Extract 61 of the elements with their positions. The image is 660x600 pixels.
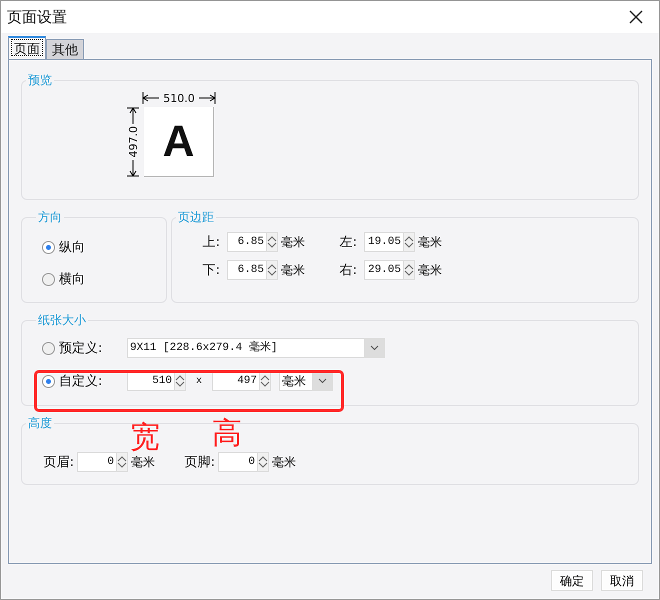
annotation-text: 高 [212, 419, 242, 449]
tab[interactable]: 其他 [46, 39, 84, 59]
number-field[interactable]: 0 [77, 452, 117, 472]
option-label: 纵向 [59, 239, 85, 256]
unit-label: 毫米 [272, 454, 296, 470]
spin-buttons[interactable] [258, 452, 269, 472]
field-label: 上: [202, 234, 221, 251]
field-label: 页脚: [184, 454, 215, 471]
chevron-down-icon [370, 345, 378, 351]
number-field[interactable]: 497 [212, 371, 260, 391]
radio-button[interactable] [42, 240, 55, 254]
number-field[interactable]: 6.85 [227, 260, 267, 280]
group-title: 纸张大小 [37, 312, 87, 329]
width-label: 510.0 [163, 92, 195, 104]
group-title: 方向 [37, 209, 63, 226]
spin-buttons[interactable] [404, 232, 415, 252]
option-label: 自定义: [59, 373, 104, 390]
spin-buttons[interactable] [260, 371, 272, 391]
up-arrow-icon [126, 107, 140, 125]
height-label: 497.0 [126, 126, 140, 158]
option-label: 预定义: [59, 340, 104, 357]
spin-buttons[interactable] [404, 260, 415, 280]
dialog-button[interactable]: 取消 [601, 570, 643, 591]
unit-label: 毫米 [418, 262, 442, 278]
number-field[interactable]: 510 [127, 371, 175, 391]
dropdown[interactable]: 9X11 [228.6x279.4 毫米] [127, 338, 385, 358]
separator-label: x [195, 376, 204, 386]
unit-label: 毫米 [418, 234, 442, 250]
field-label: 下: [202, 262, 221, 279]
number-field[interactable]: 0 [218, 452, 258, 472]
radio-button[interactable] [42, 374, 55, 388]
unit-label: 毫米 [131, 454, 155, 470]
close-icon[interactable] [629, 10, 643, 24]
sample-letter: A [162, 116, 194, 166]
number-field[interactable]: 19.05 [364, 232, 404, 252]
number-field[interactable]: 29.05 [364, 260, 404, 280]
number-field[interactable]: 6.85 [227, 232, 267, 252]
radio-button[interactable] [42, 342, 55, 354]
radio-button[interactable] [42, 272, 55, 286]
window-title: 页面设置 [7, 8, 67, 26]
unit-label: 毫米 [281, 234, 305, 250]
left-arrow-icon [142, 91, 160, 105]
group-title: 高度 [27, 415, 53, 432]
down-arrow-icon [126, 159, 140, 177]
spin-buttons[interactable] [175, 371, 186, 391]
spin-buttons[interactable] [267, 232, 278, 252]
group-title: 页边距 [177, 209, 215, 226]
field-label: 右: [338, 262, 358, 279]
dialog-button[interactable]: 确定 [551, 570, 593, 591]
group-title: 预览 [27, 72, 53, 89]
spin-buttons[interactable] [267, 260, 278, 280]
spin-buttons[interactable] [117, 452, 128, 472]
right-arrow-icon [198, 91, 216, 105]
field-label: 左: [338, 234, 358, 251]
field-label: 页眉: [42, 454, 74, 471]
dropdown[interactable]: 毫米 [279, 371, 334, 391]
unit-label: 毫米 [281, 262, 305, 278]
annotation-text: 宽 [130, 423, 160, 453]
option-label: 横向 [59, 271, 85, 288]
tab[interactable]: 页面 [8, 36, 46, 59]
chevron-down-icon [318, 378, 327, 384]
